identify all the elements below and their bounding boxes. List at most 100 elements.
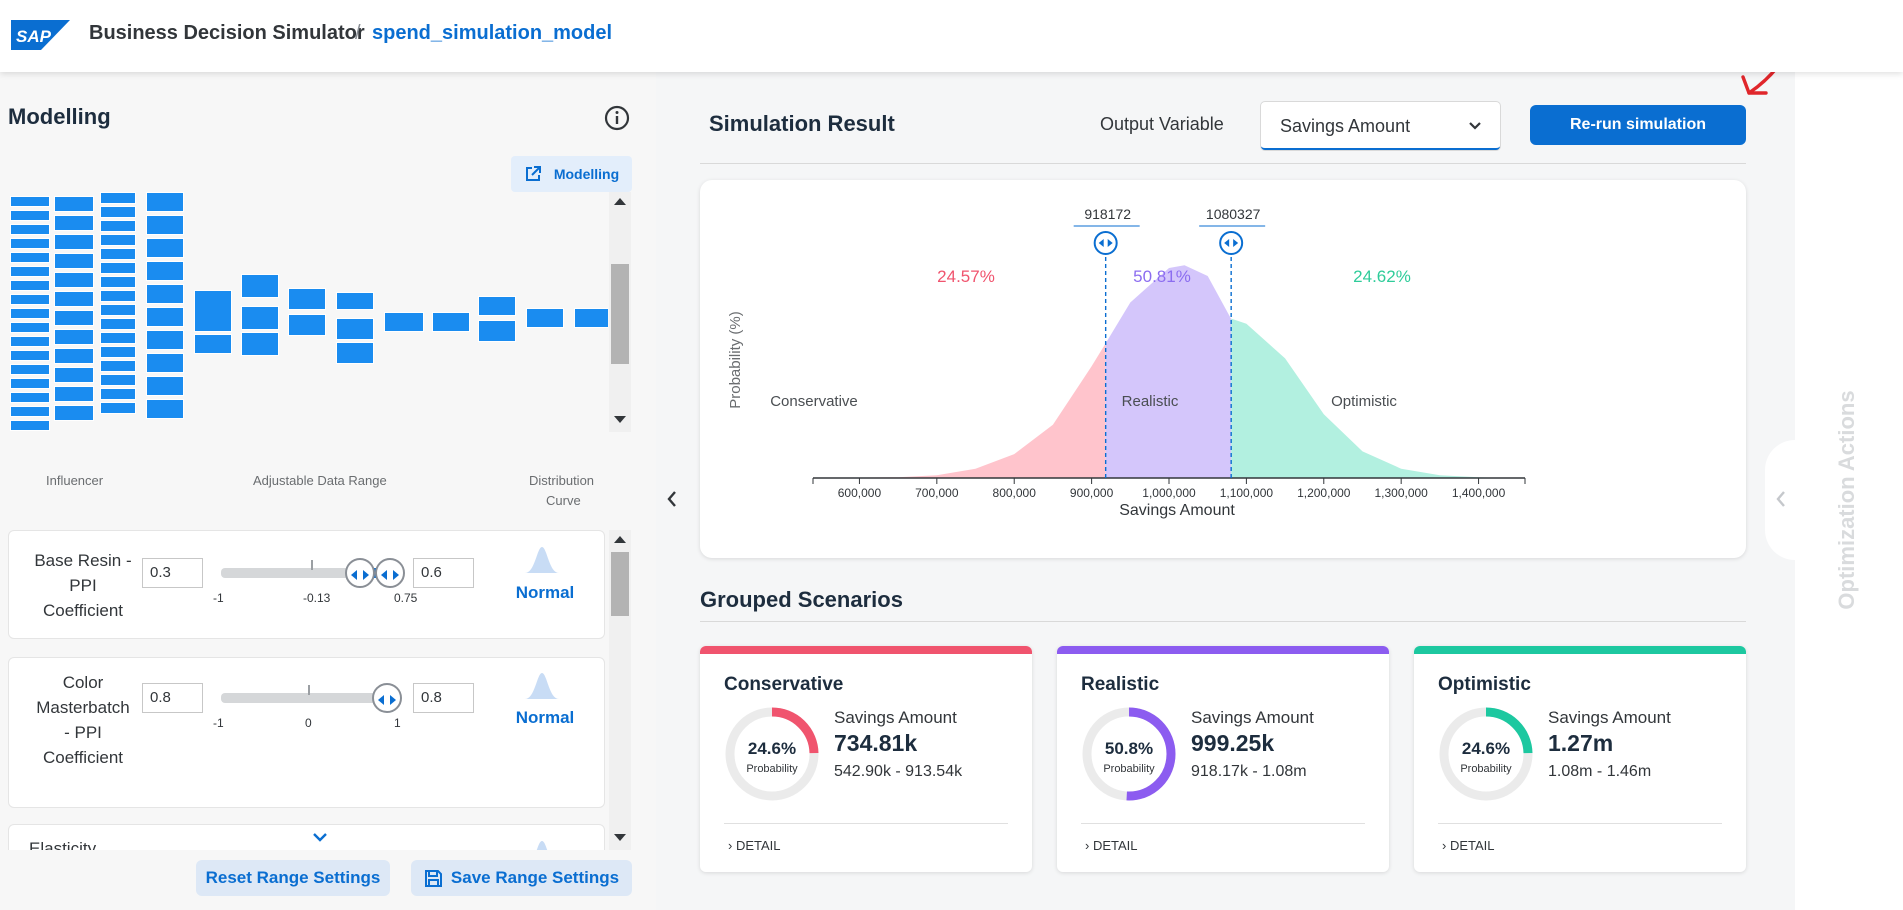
save-range-label: Save Range Settings (450, 868, 620, 887)
rerun-simulation-button[interactable]: Re-run simulation (1530, 105, 1746, 145)
max-value-input[interactable]: 0.6 (413, 558, 474, 588)
diagram-node (241, 274, 279, 298)
scenario-card[interactable]: Conservative 24.6% Probability Savings Amou… (700, 646, 1032, 872)
result-divider (700, 163, 1746, 164)
scenario-color-bar (1414, 646, 1746, 654)
distribution-label[interactable]: Normal (513, 583, 577, 603)
range-max-handle[interactable] (375, 558, 405, 588)
scenario-range: 918.17k - 1.08m (1191, 763, 1307, 780)
min-value-input[interactable]: 0.8 (142, 683, 203, 713)
scenario-detail-link[interactable]: › DETAIL (1442, 838, 1495, 853)
diagram-node (54, 348, 94, 364)
x-tick-label: 700,000 (915, 486, 959, 500)
probability-percent: 24.6% (1461, 739, 1511, 758)
normal-curve-icon[interactable] (525, 839, 559, 850)
threshold-value-label[interactable]: 1080327 (1206, 206, 1261, 222)
external-link-icon (525, 166, 541, 181)
col-curve-line2: Curve (546, 493, 581, 508)
optimization-actions-label[interactable]: Optimization Actions (1834, 390, 1860, 609)
scenario-value: 1.27m (1548, 730, 1614, 756)
open-modelling-button[interactable]: Modelling (511, 156, 632, 192)
slider-tick: 0 (305, 716, 312, 730)
save-range-button[interactable]: Save Range Settings (411, 860, 632, 896)
x-tick-label: 1,100,000 (1220, 486, 1274, 500)
diagram-node (100, 262, 136, 274)
chevron-down-icon[interactable] (312, 831, 328, 843)
threshold-handle[interactable] (1219, 231, 1244, 255)
scroll-up-icon[interactable] (614, 536, 626, 543)
diagram-node (100, 220, 136, 232)
slider-tick: 1 (394, 716, 401, 730)
diagram-node (100, 304, 136, 316)
collapse-left-tab[interactable] (656, 440, 686, 560)
diagram-node (54, 329, 94, 345)
threshold-value-label[interactable]: 918172 (1084, 206, 1131, 222)
region-area-conservative (816, 343, 1106, 478)
diagram-node (336, 318, 374, 340)
col-range: Adjustable Data Range (253, 473, 387, 488)
card-divider (1438, 823, 1722, 824)
scroll-down-icon[interactable] (614, 416, 626, 423)
normal-curve-icon[interactable] (525, 545, 559, 573)
region-area-realistic (1105, 265, 1232, 478)
scenario-card[interactable]: Realistic 50.8% Probability Savings Amount 9… (1057, 646, 1389, 872)
diagram-node (336, 292, 374, 310)
param-name-line: Coefficient (42, 601, 123, 620)
scroll-up-icon[interactable] (614, 198, 626, 205)
sap-logo[interactable]: SAP (11, 20, 70, 50)
diagram-node (54, 196, 94, 212)
scenario-metric-label: Savings Amount (1548, 708, 1671, 727)
rerun-simulation-label: Re-run simulation (1569, 116, 1706, 133)
x-tick-label: 1,300,000 (1374, 486, 1428, 500)
diagram-node (10, 308, 50, 319)
save-icon (424, 869, 442, 887)
scenario-detail-link[interactable]: › DETAIL (728, 838, 781, 853)
diagram-scrollbar[interactable] (609, 192, 631, 432)
normal-curve-icon[interactable] (525, 671, 559, 699)
scenario-detail-link[interactable]: › DETAIL (1085, 838, 1138, 853)
model-diagram[interactable] (8, 192, 608, 432)
scenario-range: 542.90k - 913.54k (834, 763, 963, 780)
diagram-node (384, 312, 424, 332)
col-influencer: Influencer (46, 473, 104, 488)
diagram-node (10, 266, 50, 277)
distribution-chart[interactable]: 600,000 700,000 800,000 900,000 1,000,000 1,1… (700, 180, 1746, 558)
breadcrumb-separator: / (355, 22, 361, 44)
output-variable-select[interactable]: Savings Amount (1261, 102, 1500, 150)
model-name[interactable]: spend_simulation_model (372, 22, 612, 45)
param-name: Base Resin - PPI Coefficient (17, 548, 149, 623)
reset-range-label: Reset Range Settings (205, 868, 381, 887)
y-axis-label: Probability (%) (727, 311, 744, 409)
diagram-node (54, 291, 94, 307)
scenario-value: 999.25k (1191, 730, 1275, 756)
scroll-down-icon[interactable] (614, 834, 626, 841)
scrollbar-thumb[interactable] (611, 552, 629, 616)
diagram-node (526, 308, 564, 328)
diagram-node (146, 215, 184, 235)
diagram-node (54, 234, 94, 250)
range-min-handle[interactable] (345, 558, 375, 588)
diagram-node (100, 318, 136, 330)
diagram-node (10, 392, 50, 403)
diagram-node (100, 206, 136, 218)
scenario-card[interactable]: Optimistic 24.6% Probability Savings Amount… (1414, 646, 1746, 872)
slider-tick: -0.13 (303, 591, 331, 605)
card-divider (724, 823, 1008, 824)
distribution-label[interactable]: Normal (513, 708, 577, 728)
scenario-metric-label: Savings Amount (1191, 708, 1314, 727)
output-variable-label: Output Variable (1100, 114, 1224, 134)
range-handle[interactable] (372, 683, 402, 713)
x-tick-label: 900,000 (1070, 486, 1114, 500)
min-value-input[interactable]: 0.3 (142, 558, 203, 588)
info-icon[interactable] (604, 105, 630, 131)
app-title[interactable]: Business Decision Simulator (89, 22, 365, 45)
modelling-button-label: Modelling (553, 166, 620, 182)
param-list-scrollbar[interactable] (609, 530, 631, 850)
scrollbar-thumb[interactable] (611, 264, 629, 364)
slider-tick: -1 (213, 591, 224, 605)
threshold-handle[interactable] (1093, 231, 1118, 255)
collapse-right-tab[interactable] (1765, 440, 1795, 560)
diagram-node (10, 350, 50, 361)
max-value-input[interactable]: 0.8 (413, 683, 474, 713)
reset-range-button[interactable]: Reset Range Settings (196, 860, 390, 896)
